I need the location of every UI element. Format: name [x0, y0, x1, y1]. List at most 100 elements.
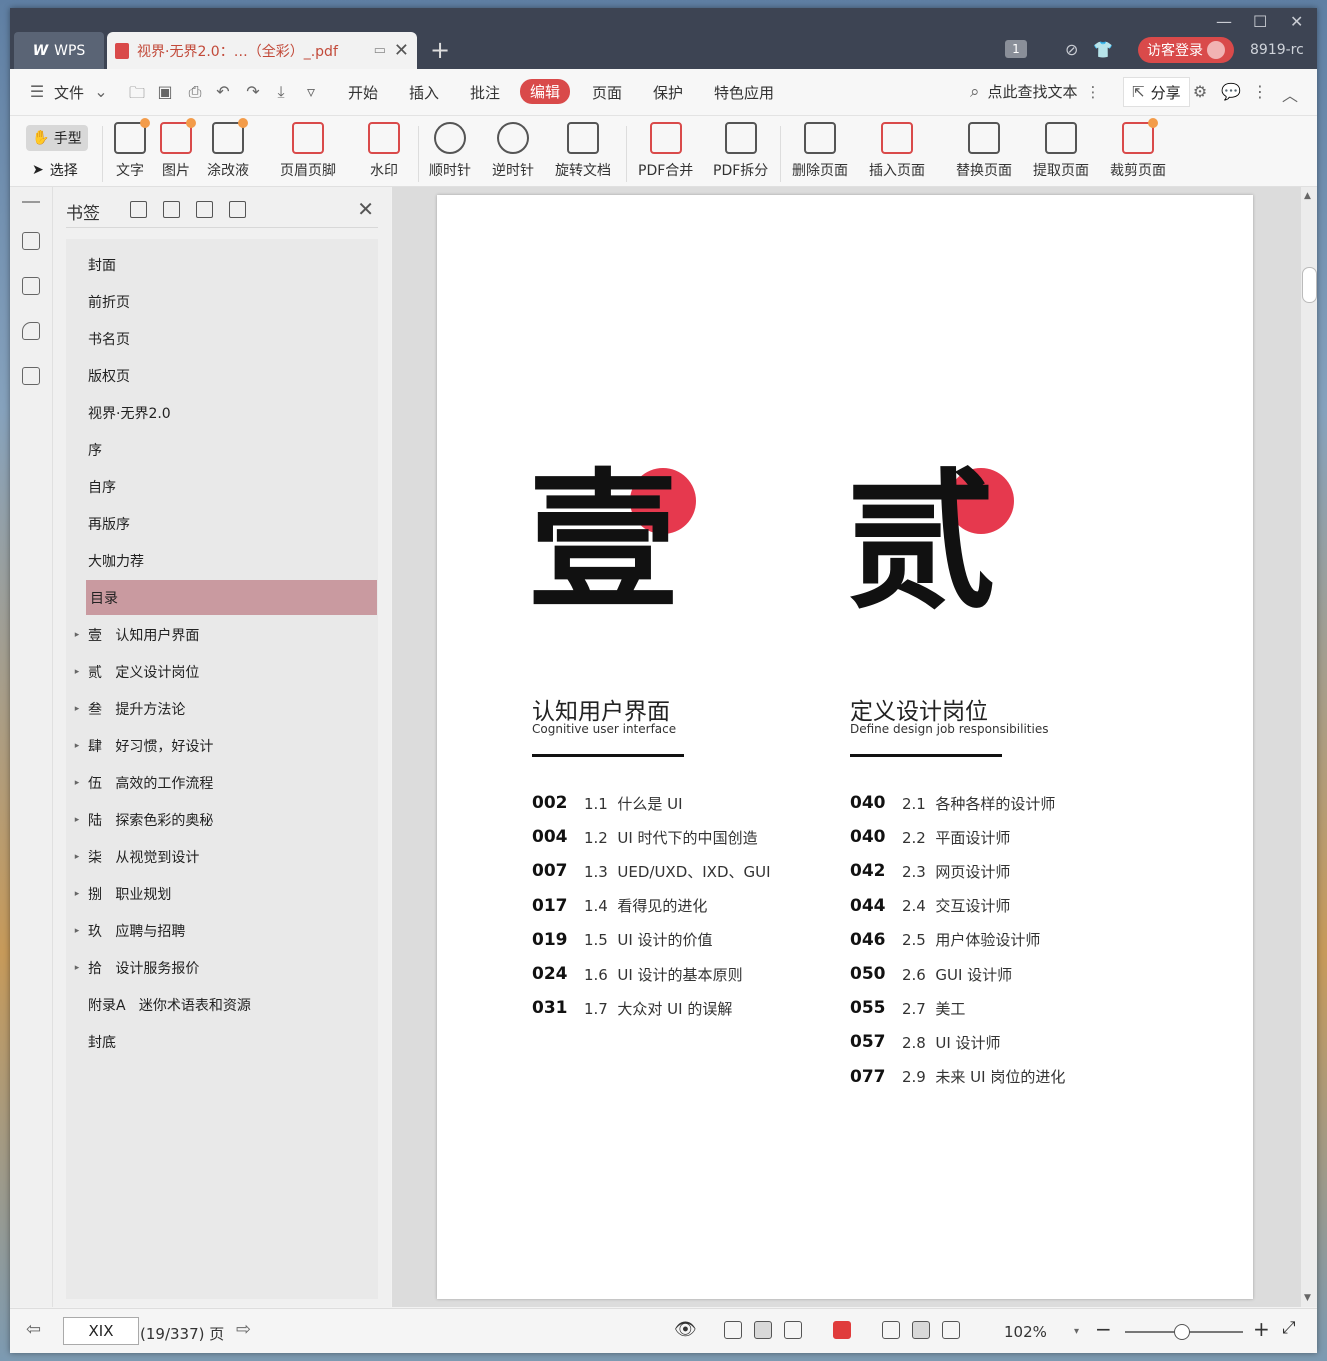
bookmark-item[interactable]: 前折页 [66, 284, 378, 319]
menu-file[interactable]: 文件 [54, 82, 84, 103]
scrollbar-thumb[interactable] [1302, 267, 1317, 303]
bookmark-item[interactable]: ▸ 壹 认知用户界面 [66, 617, 378, 652]
print-icon[interactable]: ⎙ [186, 82, 204, 101]
more-options-icon[interactable]: ⋮ [1251, 82, 1269, 101]
replace-page-button[interactable]: 替换页面 [956, 122, 1012, 180]
menu-annotate[interactable]: 批注 [470, 82, 500, 103]
undo-icon[interactable]: ↶ [214, 82, 232, 101]
add-bookmark-icon[interactable] [196, 201, 213, 218]
bookmark-item[interactable]: 版权页 [66, 358, 378, 393]
bookmark-item[interactable]: ▸ 拾 设计服务报价 [66, 950, 378, 985]
annotation-icon[interactable] [22, 322, 40, 340]
redo-icon[interactable]: ↷ [244, 82, 262, 101]
watermark-button[interactable]: 水印 [368, 122, 400, 180]
delete-page-button[interactable]: 删除页面 [792, 122, 848, 180]
bookmark-item[interactable]: ▸ 贰 定义设计岗位 [66, 654, 378, 689]
bookmark-item[interactable]: 书名页 [66, 321, 378, 356]
bookmark-item[interactable]: ▸ 柒 从视觉到设计 [66, 839, 378, 874]
bookmark-item[interactable]: 自序 [66, 469, 378, 504]
tab-wps-home[interactable]: W WPS [14, 32, 104, 69]
shirt-skin-icon[interactable]: 👕 [1093, 40, 1113, 59]
edit-text-button[interactable]: 文字 [114, 118, 150, 180]
insert-page-button[interactable]: 插入页面 [869, 122, 925, 180]
rotate-clockwise-button[interactable]: 顺时针 [429, 122, 471, 180]
vertical-scrollbar[interactable]: ▲ ▼ [1301, 187, 1317, 1307]
more-chevron-icon[interactable]: ▿ [302, 82, 320, 101]
toc-entry[interactable]: 077 2.9 未来 UI 岗位的进化 [850, 1065, 1065, 1089]
hand-tool-button[interactable]: ✋ 手型 [26, 125, 88, 151]
continuous-view-icon[interactable] [724, 1321, 742, 1339]
maximize-icon[interactable]: ☐ [1253, 12, 1267, 31]
menu-protect[interactable]: 保护 [653, 82, 683, 103]
toc-entry[interactable]: 040 2.1 各种各样的设计师 [850, 791, 1055, 815]
zoom-level[interactable]: 102% [1004, 1323, 1047, 1341]
toc-entry[interactable]: 017 1.4 看得见的进化 [532, 894, 707, 918]
fit-page-icon[interactable] [912, 1321, 930, 1339]
signature-icon[interactable] [22, 367, 40, 385]
bookmark-item[interactable]: 序 [66, 432, 378, 467]
expand-arrow-icon[interactable]: ▸ [66, 778, 88, 788]
zoom-slider-knob[interactable] [1174, 1324, 1190, 1340]
scroll-up-icon[interactable]: ▲ [1304, 191, 1311, 201]
bookmark-settings-icon[interactable] [229, 201, 246, 218]
bookmark-item[interactable]: ▸ 捌 职业规划 [66, 876, 378, 911]
export-icon[interactable]: ⤓ [272, 82, 290, 101]
share-link-icon[interactable]: ⊘ [1065, 40, 1078, 59]
bookmark-item[interactable]: 再版序 [66, 506, 378, 541]
expand-all-icon[interactable] [130, 201, 147, 218]
expand-arrow-icon[interactable]: ▸ [66, 667, 88, 677]
toc-entry[interactable]: 002 1.1 什么是 UI [532, 791, 683, 815]
menu-special-apps[interactable]: 特色应用 [714, 82, 774, 103]
crop-page-button[interactable]: 裁剪页面 [1110, 118, 1166, 180]
rotate-document-button[interactable]: 旋转文档 [555, 122, 611, 180]
toc-entry[interactable]: 031 1.7 大众对 UI 的误解 [532, 996, 732, 1020]
zoom-in-icon[interactable]: + [1253, 1317, 1270, 1341]
expand-arrow-icon[interactable]: ▸ [66, 815, 88, 825]
scroll-down-icon[interactable]: ▼ [1304, 1293, 1311, 1303]
next-page-icon[interactable]: ⇨ [236, 1319, 251, 1340]
toc-entry[interactable]: 055 2.7 美工 [850, 996, 965, 1020]
correction-fluid-button[interactable]: 涂改液 [207, 118, 249, 180]
toc-entry[interactable]: 057 2.8 UI 设计师 [850, 1030, 1001, 1054]
pdf-merge-button[interactable]: PDF合并 [638, 122, 693, 180]
drag-handle[interactable] [22, 201, 40, 203]
count-badge[interactable]: 1 [1005, 40, 1027, 58]
actual-size-icon[interactable] [882, 1321, 900, 1339]
menu-page[interactable]: 页面 [592, 82, 622, 103]
menu-insert[interactable]: 插入 [409, 82, 439, 103]
prev-page-icon[interactable]: ⇦ [26, 1319, 41, 1340]
expand-arrow-icon[interactable]: ▸ [66, 704, 88, 714]
bookmark-list-icon[interactable] [22, 232, 40, 250]
select-tool-button[interactable]: ➤ 选择 [32, 160, 78, 180]
hamburger-menu-icon[interactable]: ☰ [28, 82, 46, 101]
bookmark-item[interactable]: 大咖力荐 [66, 543, 378, 578]
toc-entry[interactable]: 004 1.2 UI 时代下的中国创造 [532, 825, 758, 849]
find-text-box[interactable]: ⌕ 点此查找文本 ⋮ [970, 81, 1101, 102]
open-folder-icon[interactable]: 🗀 [128, 82, 146, 102]
minimize-icon[interactable]: — [1216, 12, 1232, 31]
bookmark-item[interactable]: 附录A 迷你术语表和资源 [66, 987, 378, 1022]
fullscreen-icon[interactable]: ⤢ [1282, 1318, 1296, 1338]
zoom-dropdown-icon[interactable]: ▾ [1074, 1326, 1079, 1337]
more-vertical-icon[interactable]: ⋮ [1086, 83, 1101, 101]
eye-protection-icon[interactable]: 👁 [674, 1319, 697, 1340]
single-page-icon[interactable] [754, 1321, 772, 1339]
bookmark-item[interactable]: ▸ 肆 好习惯，好设计 [66, 728, 378, 763]
pdf-split-button[interactable]: PDF拆分 [713, 122, 768, 180]
expand-arrow-icon[interactable]: ▸ [66, 630, 88, 640]
bookmark-item[interactable]: ▸ 玖 应聘与招聘 [66, 913, 378, 948]
toc-entry[interactable]: 046 2.5 用户体验设计师 [850, 928, 1040, 952]
close-tab-icon[interactable]: ✕ [394, 40, 409, 61]
close-panel-icon[interactable]: ✕ [357, 197, 374, 221]
extract-page-button[interactable]: 提取页面 [1033, 122, 1089, 180]
login-button[interactable]: 访客登录 [1138, 37, 1234, 63]
new-tab-button[interactable]: + [430, 36, 450, 64]
bookmark-item[interactable]: 封底 [66, 1024, 378, 1059]
save-icon[interactable]: ▣ [156, 82, 174, 101]
expand-arrow-icon[interactable]: ▸ [66, 852, 88, 862]
collapse-ribbon-icon[interactable]: ︿ [1281, 82, 1299, 105]
toc-entry[interactable]: 019 1.5 UI 设计的价值 [532, 928, 713, 952]
page-number-input[interactable]: XIX [63, 1317, 139, 1345]
rotate-counterclockwise-button[interactable]: 逆时针 [492, 122, 534, 180]
toc-entry[interactable]: 024 1.6 UI 设计的基本原则 [532, 962, 743, 986]
